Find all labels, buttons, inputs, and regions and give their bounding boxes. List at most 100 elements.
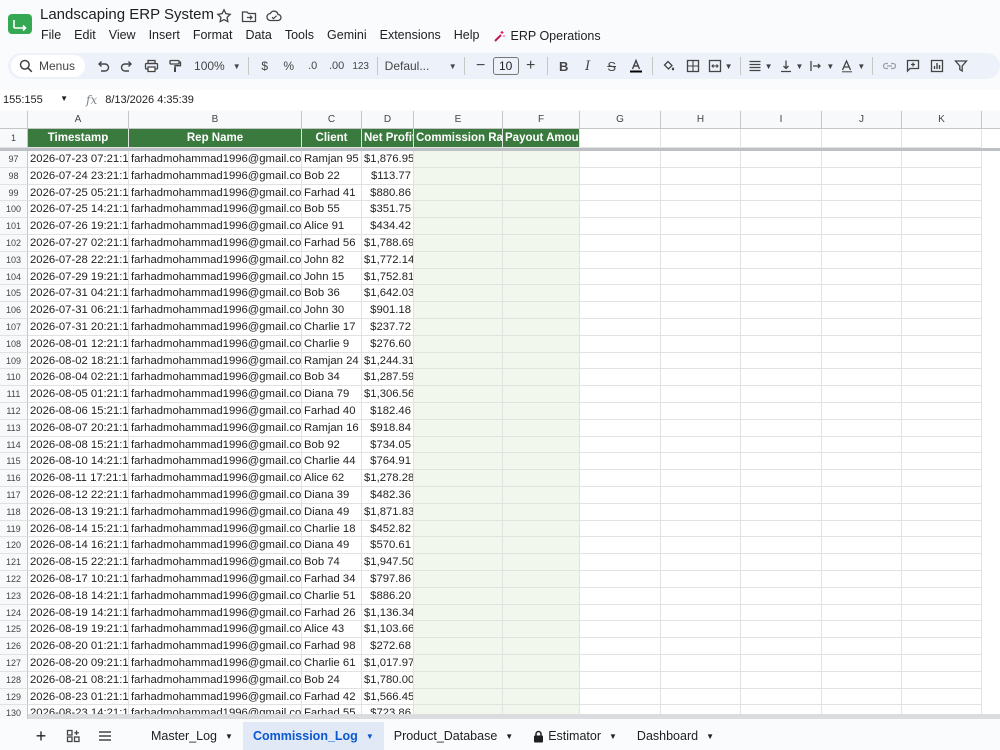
table-cell[interactable]: Farhad 26: [302, 604, 362, 622]
grid-cell[interactable]: [580, 503, 661, 521]
grid-cell[interactable]: [503, 151, 580, 168]
table-cell[interactable]: 2026-08-20 09:21:10: [28, 655, 129, 672]
row-number[interactable]: 119: [0, 520, 28, 538]
table-cell[interactable]: 2026-07-26 19:21:10: [28, 218, 129, 235]
table-cell[interactable]: Diana 49: [302, 503, 362, 521]
column-header-f[interactable]: F: [503, 111, 580, 129]
grid-cell[interactable]: [741, 386, 822, 403]
table-cell[interactable]: farhadmohammad1996@gmail.com: [129, 352, 302, 370]
grid-cell[interactable]: [822, 503, 902, 521]
grid-cell[interactable]: [503, 386, 580, 403]
grid-cell[interactable]: [902, 403, 982, 420]
grid-cell[interactable]: [902, 302, 982, 319]
sheets-logo-icon[interactable]: [7, 11, 33, 37]
grid-cell[interactable]: [902, 285, 982, 303]
grid-cell[interactable]: [580, 184, 661, 202]
grid-cell[interactable]: [661, 571, 741, 588]
grid-cell[interactable]: [822, 487, 902, 504]
grid-cell[interactable]: [741, 503, 822, 521]
column-header-e[interactable]: E: [414, 111, 503, 129]
table-cell[interactable]: Alice 62: [302, 470, 362, 487]
table-cell[interactable]: 2026-08-14 16:21:10: [28, 537, 129, 555]
grid-cell[interactable]: [822, 671, 902, 689]
table-cell[interactable]: $797.86: [362, 571, 414, 588]
grid-cell[interactable]: [580, 386, 661, 403]
grid-cell[interactable]: [822, 571, 902, 588]
menu-view[interactable]: View: [109, 28, 136, 44]
table-cell[interactable]: $734.05: [362, 436, 414, 454]
vertical-align-button[interactable]: ▼: [776, 55, 807, 77]
row-number[interactable]: 106: [0, 302, 28, 319]
font-size-input[interactable]: 10: [492, 57, 519, 75]
row-number[interactable]: 105: [0, 285, 28, 303]
grid-cell[interactable]: [580, 285, 661, 303]
grid-cell[interactable]: [822, 554, 902, 571]
grid-cell[interactable]: [661, 151, 741, 168]
grid-cell[interactable]: [661, 520, 741, 538]
table-cell[interactable]: farhadmohammad1996@gmail.com: [129, 587, 302, 605]
header-cell[interactable]: Timestamp: [28, 129, 129, 148]
grid-cell[interactable]: [822, 587, 902, 605]
table-cell[interactable]: farhadmohammad1996@gmail.com: [129, 285, 302, 303]
sheet-list-button[interactable]: [89, 730, 121, 742]
table-cell[interactable]: $1,306.56: [362, 386, 414, 403]
grid-cell[interactable]: [902, 235, 982, 252]
grid-cell[interactable]: [414, 638, 503, 655]
row-number[interactable]: 109: [0, 352, 28, 370]
grid-cell[interactable]: [741, 302, 822, 319]
grid-cell[interactable]: [661, 335, 741, 353]
grid-cell[interactable]: [902, 537, 982, 555]
table-cell[interactable]: $113.77: [362, 167, 414, 185]
grid-cell[interactable]: [902, 520, 982, 538]
grid-cell[interactable]: [661, 369, 741, 387]
table-cell[interactable]: Bob 34: [302, 369, 362, 387]
table-cell[interactable]: Farhad 98: [302, 638, 362, 655]
grid-cell[interactable]: [580, 554, 661, 571]
table-cell[interactable]: Charlie 9: [302, 335, 362, 353]
table-cell[interactable]: farhadmohammad1996@gmail.com: [129, 369, 302, 387]
row-number[interactable]: 98: [0, 167, 28, 185]
grid-cell[interactable]: [414, 319, 503, 336]
grid-cell[interactable]: [902, 218, 982, 235]
header-cell[interactable]: Rep Name: [129, 129, 302, 148]
row-number[interactable]: 97: [0, 151, 28, 168]
sheet-tab-estimator[interactable]: Estimator ▼: [523, 722, 627, 750]
table-cell[interactable]: $570.61: [362, 537, 414, 555]
table-cell[interactable]: farhadmohammad1996@gmail.com: [129, 151, 302, 168]
grid-cell[interactable]: [741, 167, 822, 185]
row-number[interactable]: 120: [0, 537, 28, 555]
grid-cell[interactable]: [741, 671, 822, 689]
grid-cell[interactable]: [902, 638, 982, 655]
grid-cell[interactable]: [580, 302, 661, 319]
strikethrough-button[interactable]: S: [600, 55, 624, 77]
table-cell[interactable]: $1,876.95: [362, 151, 414, 168]
table-cell[interactable]: 2026-08-21 08:21:10: [28, 671, 129, 689]
grid-cell[interactable]: [661, 604, 741, 622]
grid-cell[interactable]: [580, 604, 661, 622]
table-cell[interactable]: 2026-08-13 19:21:10: [28, 503, 129, 521]
grid-cell[interactable]: [741, 419, 822, 437]
table-cell[interactable]: Diana 79: [302, 386, 362, 403]
grid-cell[interactable]: [414, 587, 503, 605]
table-cell[interactable]: Bob 36: [302, 285, 362, 303]
table-cell[interactable]: Farhad 56: [302, 235, 362, 252]
grid-cell[interactable]: [580, 688, 661, 706]
grid-cell[interactable]: [661, 453, 741, 471]
table-cell[interactable]: 2026-07-27 02:21:10: [28, 235, 129, 252]
menu-edit[interactable]: Edit: [74, 28, 96, 44]
grid-cell[interactable]: [503, 537, 580, 555]
grid-cell[interactable]: [414, 470, 503, 487]
grid-cell[interactable]: [741, 268, 822, 286]
table-cell[interactable]: Ramjan 24: [302, 352, 362, 370]
grid-cell[interactable]: [741, 285, 822, 303]
table-cell[interactable]: 2026-08-04 02:21:10: [28, 369, 129, 387]
grid-cell[interactable]: [741, 151, 822, 168]
grid-cell[interactable]: [414, 453, 503, 471]
table-cell[interactable]: 2026-07-25 05:21:10: [28, 184, 129, 202]
grid-cell[interactable]: [503, 235, 580, 252]
grid-cell[interactable]: [503, 587, 580, 605]
table-cell[interactable]: $1,244.31: [362, 352, 414, 370]
grid-cell[interactable]: [902, 554, 982, 571]
grid-cell[interactable]: [580, 218, 661, 235]
table-cell[interactable]: 2026-08-18 14:21:10: [28, 587, 129, 605]
